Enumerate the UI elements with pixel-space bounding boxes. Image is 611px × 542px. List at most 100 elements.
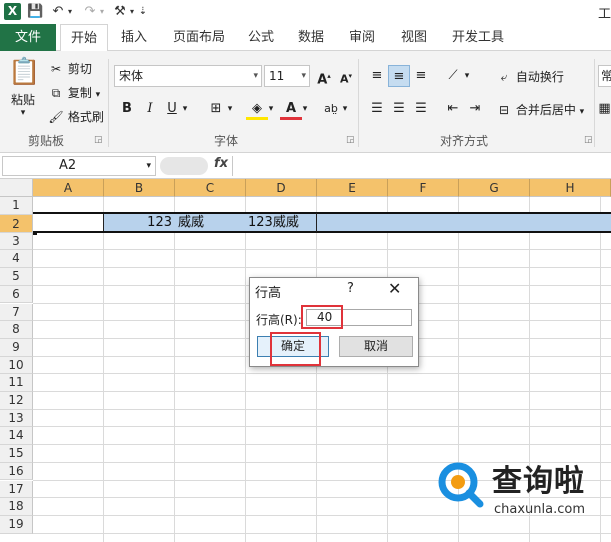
tab-page-layout[interactable]: 页面布局 xyxy=(164,24,234,51)
row-header-17[interactable]: 17 xyxy=(0,480,33,499)
formula-splitter[interactable] xyxy=(160,157,208,175)
tab-file[interactable]: 文件 xyxy=(0,24,56,51)
row-header-10[interactable]: 10 xyxy=(0,356,33,375)
tab-view[interactable]: 视图 xyxy=(392,24,436,51)
column-header-h[interactable]: H xyxy=(530,179,611,197)
currency-icon[interactable]: ▦ xyxy=(598,98,611,120)
row-header-7[interactable]: 7 xyxy=(0,303,33,322)
row-header-18[interactable]: 18 xyxy=(0,498,33,516)
tab-insert[interactable]: 插入 xyxy=(112,24,156,51)
cell-c2[interactable]: 威威 xyxy=(176,213,246,232)
tab-formulas[interactable]: 公式 xyxy=(240,24,282,51)
undo-icon[interactable]: ↶ xyxy=(50,3,66,20)
row-header-3[interactable]: 3 xyxy=(0,232,33,251)
merge-center-button[interactable]: ⊟ 合并后居中 ▾ xyxy=(496,101,584,118)
align-right-icon[interactable]: ☰ xyxy=(410,98,432,120)
font-color-icon[interactable]: A xyxy=(280,98,302,120)
format-painter-button[interactable]: 🖌 格式刷 xyxy=(48,108,103,125)
shrink-font-button[interactable]: A▾ xyxy=(335,65,357,87)
chevron-down-icon[interactable]: ▾ xyxy=(301,66,306,86)
cell-d2[interactable]: 123威威 xyxy=(246,213,316,232)
copy-button[interactable]: ⧉ 复制 ▾ xyxy=(48,84,101,101)
formula-input[interactable] xyxy=(232,156,611,176)
close-icon[interactable]: ✕ xyxy=(388,279,401,298)
fill-handle[interactable] xyxy=(33,231,37,235)
redo-icon[interactable]: ↷ xyxy=(82,3,98,20)
increase-indent-icon[interactable]: ⇥ xyxy=(464,98,486,120)
cancel-button[interactable]: 取消 xyxy=(339,336,413,357)
row-header-4[interactable]: 4 xyxy=(0,250,33,269)
tab-home[interactable]: 开始 xyxy=(60,24,108,52)
phonetic-dropdown-icon[interactable]: ▾ xyxy=(340,98,350,120)
copy-label: 复制 xyxy=(67,86,92,100)
row-header-16[interactable]: 16 xyxy=(0,462,33,481)
column-header-e[interactable]: E xyxy=(317,179,388,197)
cut-button[interactable]: ✂ 剪切 xyxy=(48,60,92,77)
tab-developer[interactable]: 开发工具 xyxy=(446,24,510,51)
font-launcher-icon[interactable]: ◲ xyxy=(346,135,355,145)
column-header-a[interactable]: A xyxy=(33,179,104,197)
paste-button[interactable]: 📋 粘贴 ▾ xyxy=(8,55,41,125)
row-header-8[interactable]: 8 xyxy=(0,321,33,339)
fill-color-dropdown-icon[interactable]: ▾ xyxy=(266,98,276,120)
row-header-19[interactable]: 19 xyxy=(0,515,33,534)
tab-review[interactable]: 审阅 xyxy=(340,24,384,51)
row-header-15[interactable]: 15 xyxy=(0,445,33,463)
align-top-icon[interactable]: ≡ xyxy=(366,65,388,87)
row-header-5[interactable]: 5 xyxy=(0,268,33,286)
column-header-c[interactable]: C xyxy=(175,179,246,197)
grow-font-button[interactable]: A▴ xyxy=(313,65,335,87)
align-bottom-icon[interactable]: ≡ xyxy=(410,65,432,87)
orientation-dropdown-icon[interactable]: ▾ xyxy=(462,65,472,87)
chevron-down-icon[interactable]: ▾ xyxy=(253,66,258,86)
phonetic-icon[interactable]: ab̤ xyxy=(320,98,342,120)
borders-dropdown-icon[interactable]: ▾ xyxy=(225,98,235,120)
clipboard-launcher-icon[interactable]: ◲ xyxy=(94,135,103,145)
fill-color-icon[interactable]: ◈ xyxy=(246,98,268,120)
column-header-g[interactable]: G xyxy=(459,179,530,197)
underline-dropdown-icon[interactable]: ▾ xyxy=(180,98,190,120)
redo-dropdown-icon[interactable]: ▾ xyxy=(98,3,106,20)
column-header-f[interactable]: F xyxy=(388,179,459,197)
number-format-combo[interactable]: 常 xyxy=(598,65,611,87)
cell-b2[interactable]: 123 xyxy=(104,213,174,232)
font-color-dropdown-icon[interactable]: ▾ xyxy=(300,98,310,120)
row-header-1[interactable]: 1 xyxy=(0,197,33,215)
tab-data[interactable]: 数据 xyxy=(290,24,332,51)
align-left-icon[interactable]: ☰ xyxy=(366,98,388,120)
save-icon[interactable]: 💾 xyxy=(27,3,43,20)
formula-bar: A2 ▾ fx xyxy=(0,153,611,179)
row-header-6[interactable]: 6 xyxy=(0,285,33,304)
customize-qat-icon[interactable]: ⇣ xyxy=(138,3,148,20)
row-header-13[interactable]: 13 xyxy=(0,409,33,428)
column-header-b[interactable]: B xyxy=(104,179,175,197)
wrap-text-label: 自动换行 xyxy=(515,70,564,84)
row-header-11[interactable]: 11 xyxy=(0,374,33,392)
orientation-icon[interactable]: ⟋ xyxy=(442,65,464,87)
italic-button[interactable]: I xyxy=(139,98,161,120)
bold-button[interactable]: B xyxy=(116,98,138,120)
tools-icon[interactable]: ⚒ xyxy=(112,3,128,20)
column-header-d[interactable]: D xyxy=(246,179,317,197)
undo-dropdown-icon[interactable]: ▾ xyxy=(66,3,74,20)
row-header-12[interactable]: 12 xyxy=(0,392,33,410)
insert-function-icon[interactable]: fx xyxy=(214,156,228,171)
decrease-indent-icon[interactable]: ⇤ xyxy=(442,98,464,120)
font-size-combo[interactable]: 11 ▾ xyxy=(264,65,310,87)
select-all-corner[interactable] xyxy=(0,179,33,197)
align-middle-icon[interactable]: ≡ xyxy=(388,65,410,87)
tools-dropdown-icon[interactable]: ▾ xyxy=(128,3,136,20)
borders-icon[interactable]: ⊞ xyxy=(205,98,227,120)
help-icon[interactable]: ? xyxy=(347,281,354,296)
align-center-icon[interactable]: ☰ xyxy=(388,98,410,120)
row-header-2[interactable]: 2 xyxy=(0,214,33,233)
row-header-9[interactable]: 9 xyxy=(0,338,33,357)
row-header-14[interactable]: 14 xyxy=(0,427,33,446)
chevron-down-icon[interactable]: ▾ xyxy=(146,157,151,175)
name-box[interactable]: A2 ▾ xyxy=(2,156,156,176)
cut-label: 剪切 xyxy=(67,62,92,76)
wrap-text-button[interactable]: ⤶ 自动换行 xyxy=(496,68,564,85)
font-name-combo[interactable]: 宋体 ▾ xyxy=(114,65,262,87)
alignment-launcher-icon[interactable]: ◲ xyxy=(584,135,593,145)
clipboard-icon: 📋 xyxy=(8,57,41,87)
